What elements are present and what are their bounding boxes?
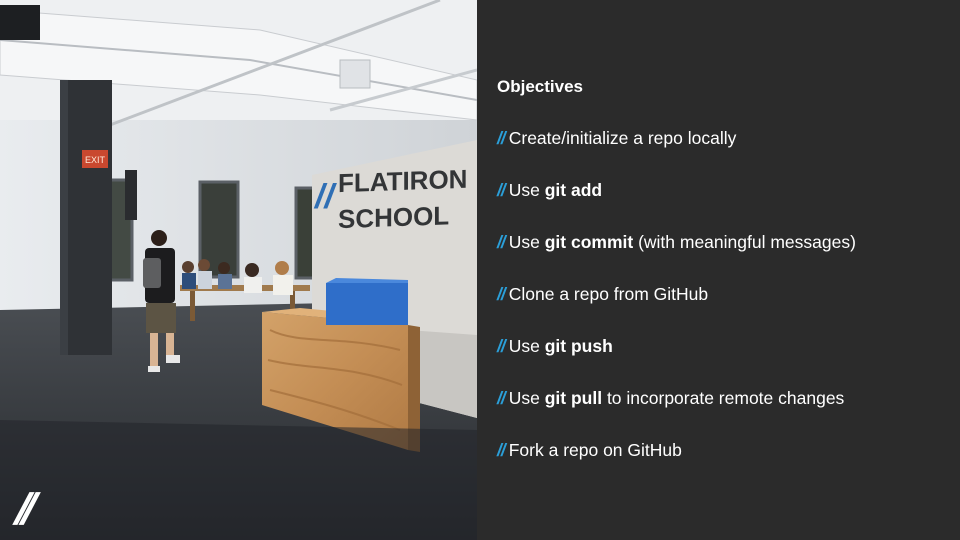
sign-school: SCHOOL: [338, 200, 449, 234]
objective-item: //Use git push: [497, 336, 613, 356]
objective-item: //Use git add: [497, 180, 603, 200]
objectives-list: //Create/initialize a repo locally //Use…: [497, 127, 856, 491]
office-photo-illustration: EXIT // FLATIRON SCHOOL: [0, 0, 477, 540]
bullet-slash-icon: //: [497, 284, 506, 304]
bullet-slash-icon: //: [497, 180, 506, 200]
bullet-slash-icon: //: [497, 336, 506, 356]
bullet-slash-icon: //: [497, 232, 506, 252]
objective-item: //Fork a repo on GitHub: [497, 440, 682, 460]
bullet-slash-icon: //: [497, 128, 506, 148]
sign-flatiron: FLATIRON: [338, 164, 467, 199]
objectives-heading: Objectives: [497, 77, 583, 96]
office-photo: EXIT // FLATIRON SCHOOL //: [0, 0, 477, 540]
slide: EXIT // FLATIRON SCHOOL // Objectives //…: [0, 0, 960, 540]
objective-item: //Clone a repo from GitHub: [497, 284, 709, 304]
bullet-slash-icon: //: [497, 440, 506, 460]
objective-item: //Create/initialize a repo locally: [497, 128, 737, 148]
bullet-slash-icon: //: [497, 388, 506, 408]
sign-slashes: //: [313, 178, 337, 216]
exit-sign: EXIT: [85, 155, 106, 165]
objective-item: //Use git commit (with meaningful messag…: [497, 232, 856, 252]
objectives-panel: Objectives //Create/initialize a repo lo…: [477, 0, 960, 540]
objective-item: //Use git pull to incorporate remote cha…: [497, 388, 845, 408]
